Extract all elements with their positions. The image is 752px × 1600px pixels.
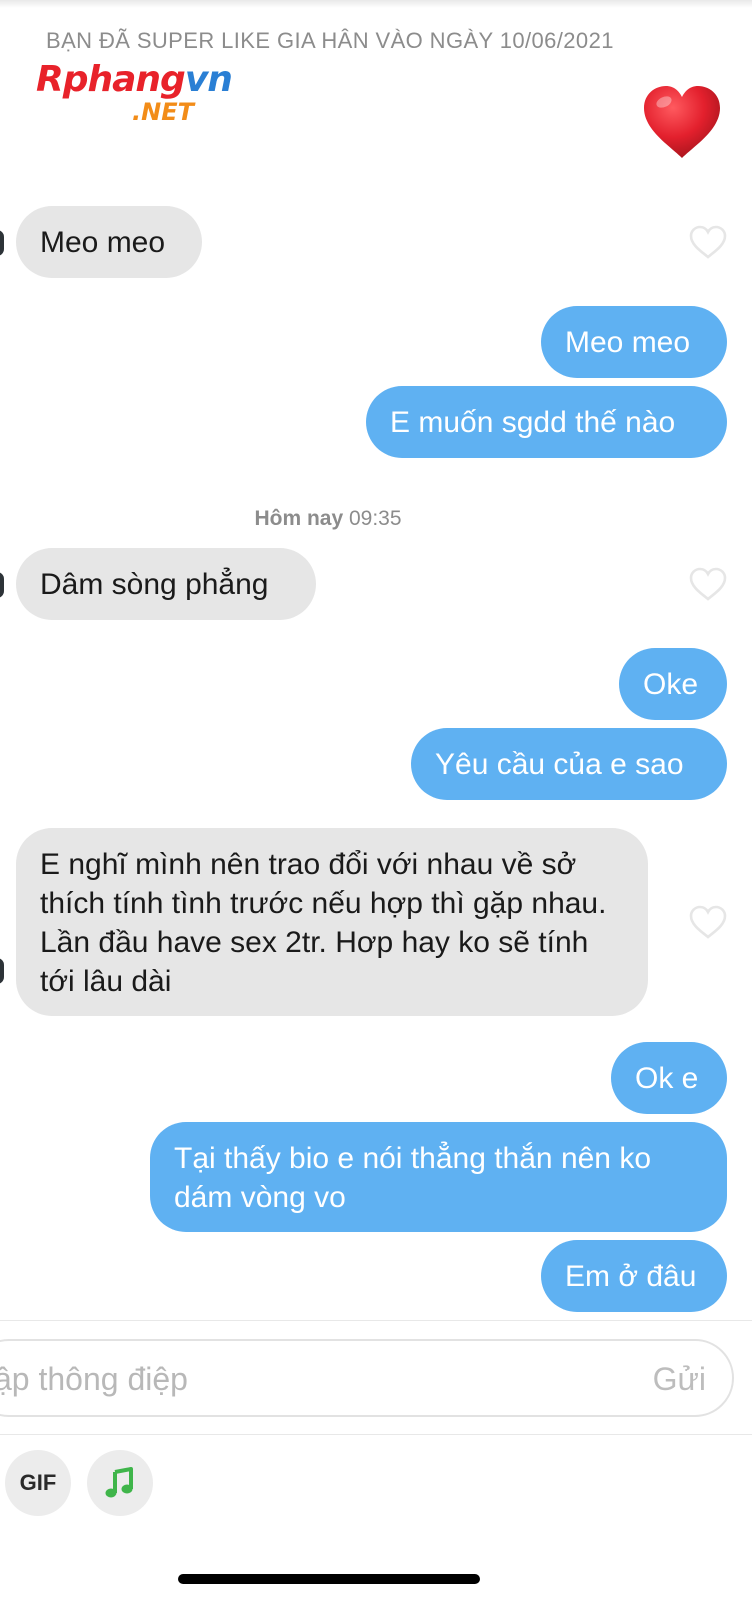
outgoing-message-bubble: Em ở đâu bbox=[541, 1240, 727, 1312]
message-input[interactable]: ập thông điệp Gửi bbox=[0, 1339, 734, 1417]
incoming-message-bubble: Dâm sòng phẳng bbox=[16, 548, 316, 620]
music-note-icon bbox=[105, 1467, 133, 1498]
outgoing-message-bubble: Oke bbox=[619, 648, 727, 720]
message-row: Meo meo bbox=[0, 206, 752, 280]
incoming-message-bubble: E nghĩ mình nên trao đổi với nhau về sở … bbox=[16, 828, 648, 1016]
super-like-notice: BẠN ĐÃ SUPER LIKE GIA HÂN VÀO NGÀY 10/06… bbox=[46, 28, 614, 53]
message-input-placeholder: ập thông điệp bbox=[0, 1361, 188, 1397]
composer-divider bbox=[0, 1320, 752, 1321]
avatar[interactable] bbox=[0, 958, 4, 984]
like-heart-icon[interactable] bbox=[688, 904, 728, 940]
home-indicator bbox=[178, 1574, 480, 1584]
gif-button[interactable]: GIF bbox=[5, 1450, 71, 1516]
outgoing-message-bubble: Meo meo bbox=[541, 306, 727, 378]
watermark-sub-text: .NET bbox=[132, 98, 194, 126]
message-row: Dâm sòng phẳng bbox=[0, 548, 752, 622]
avatar[interactable] bbox=[0, 230, 4, 256]
super-like-heart-icon bbox=[640, 82, 724, 162]
watermark-logo: Rphangvn .NET bbox=[36, 60, 266, 130]
incoming-message-bubble: Meo meo bbox=[16, 206, 202, 278]
outgoing-message-bubble: Ok e bbox=[611, 1042, 727, 1114]
outgoing-message-bubble: Tại thấy bio e nói thẳng thắn nên ko dám… bbox=[150, 1122, 727, 1232]
outgoing-message-bubble: E muốn sgdd thế nào bbox=[366, 386, 727, 458]
avatar[interactable] bbox=[0, 572, 4, 598]
gif-label: GIF bbox=[19, 1470, 57, 1495]
like-heart-icon[interactable] bbox=[688, 566, 728, 602]
top-shade bbox=[0, 0, 752, 8]
like-heart-icon[interactable] bbox=[688, 224, 728, 260]
watermark-main-text: Rphangvn bbox=[36, 59, 233, 100]
toolbar-divider bbox=[0, 1434, 752, 1435]
send-button[interactable]: Gửi bbox=[653, 1361, 706, 1398]
music-button[interactable] bbox=[87, 1450, 153, 1516]
outgoing-message-bubble: Yêu cầu của e sao bbox=[411, 728, 727, 800]
message-row: E nghĩ mình nên trao đổi với nhau về sở … bbox=[0, 828, 752, 1018]
chat-timestamp: Hôm nay 09:35 bbox=[254, 507, 402, 530]
